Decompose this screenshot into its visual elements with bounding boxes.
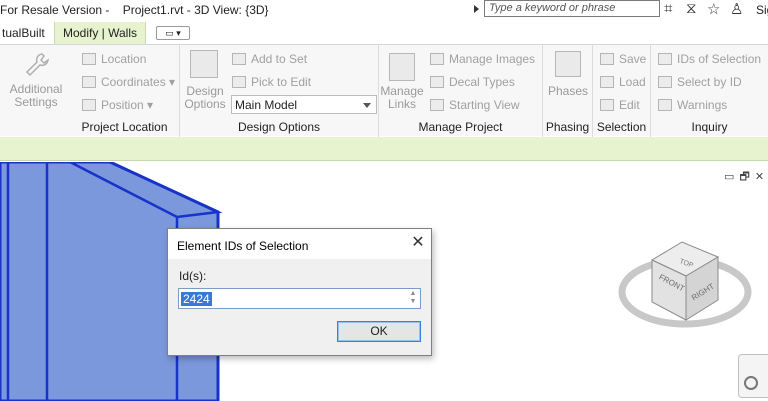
ribbon-display-options-button[interactable]: ▭ ▾ xyxy=(156,26,190,40)
location-label: Location xyxy=(101,52,147,66)
load-selection-button[interactable]: Load xyxy=(600,75,646,89)
coordinates-button[interactable]: Coordinates ▾ xyxy=(82,75,175,89)
decal-types-button[interactable]: Decal Types xyxy=(430,75,515,89)
position-label: Position ▾ xyxy=(101,98,154,112)
view-window-controls[interactable]: ▭ 🗗 ✕ xyxy=(724,168,765,187)
panel-phasing: Phases Phasing xyxy=(543,45,593,137)
ribbon-tabs: tualBuilt Modify | Walls ▭ ▾ xyxy=(0,22,768,44)
viewcube[interactable]: TOP FRONT RIGHT xyxy=(618,241,752,328)
panel-manage-project: Manage Links Manage Images Decal Types S… xyxy=(379,45,543,137)
panel-settings: Additional Settings xyxy=(0,45,70,137)
decal-types-label: Decal Types xyxy=(449,75,515,89)
binoculars-icon[interactable]: ⌗ xyxy=(664,0,672,17)
save-selection-button[interactable]: Save xyxy=(600,52,646,66)
ok-button[interactable]: OK xyxy=(337,321,421,342)
panel-project-location: Location Coordinates ▾ Position ▾ Projec… xyxy=(70,45,180,137)
design-options-button[interactable]: Design Options xyxy=(183,85,227,111)
design-options-icon xyxy=(190,50,218,78)
starting-view-button[interactable]: Starting View xyxy=(430,98,519,112)
scroll-arrows-icon[interactable]: ▲ ▼ xyxy=(407,290,419,307)
design-option-value: Main Model xyxy=(235,98,298,112)
wrench-icon xyxy=(25,53,49,77)
dialog-title: Element IDs of Selection xyxy=(177,239,309,253)
phases-button[interactable]: Phases xyxy=(543,85,593,98)
coordinates-icon xyxy=(82,76,96,88)
load-selection-label: Load xyxy=(619,75,646,89)
manage-links-icon xyxy=(389,53,415,81)
close-icon[interactable]: ✕ xyxy=(408,233,428,253)
additional-settings-button[interactable]: Additional Settings xyxy=(4,83,68,109)
search-expand-icon[interactable] xyxy=(474,5,479,13)
position-button[interactable]: Position ▾ xyxy=(82,98,153,112)
dialog-body: Id(s): 2424 ▲ ▼ OK xyxy=(168,259,431,355)
panel-label-phasing: Phasing xyxy=(545,120,590,134)
save-selection-icon xyxy=(600,53,614,65)
options-bar xyxy=(0,137,768,161)
location-button[interactable]: Location xyxy=(82,52,146,66)
search-input[interactable]: Type a keyword or phrase xyxy=(484,0,660,17)
add-to-set-label: Add to Set xyxy=(251,52,308,66)
tab-virtualbuilt[interactable]: tualBuilt xyxy=(0,22,53,44)
manage-links-button[interactable]: Manage Links xyxy=(379,85,425,111)
add-to-set-icon xyxy=(232,53,246,65)
panel-label-inquiry: Inquiry xyxy=(691,120,728,134)
ids-of-selection-label: IDs of Selection xyxy=(677,52,762,66)
user-icon[interactable]: ♙ xyxy=(730,0,743,18)
add-to-set-button[interactable]: Add to Set xyxy=(232,52,307,66)
phases-icon xyxy=(555,51,581,77)
select-by-id-icon xyxy=(658,76,672,88)
tab-modify-walls[interactable]: Modify | Walls xyxy=(54,22,146,44)
globe-icon xyxy=(82,53,96,65)
decal-icon xyxy=(430,76,444,88)
warning-icon xyxy=(658,99,672,111)
warnings-button[interactable]: Warnings xyxy=(658,98,727,112)
pick-to-edit-icon xyxy=(232,76,246,88)
edit-selection-label: Edit xyxy=(619,98,640,112)
edit-selection-icon xyxy=(600,99,614,111)
manage-images-button[interactable]: Manage Images xyxy=(430,52,535,66)
panel-selection: Save Load Edit Selection xyxy=(593,45,651,137)
sign-in-link[interactable]: Sig xyxy=(756,3,768,17)
navigation-bar[interactable] xyxy=(738,354,768,398)
favorites-star-icon[interactable]: ☆ xyxy=(707,0,720,18)
window-title: For Resale Version - Project1.rvt - 3D V… xyxy=(0,3,269,17)
ids-icon xyxy=(658,53,672,65)
warnings-label: Warnings xyxy=(677,98,728,112)
pick-to-edit-label: Pick to Edit xyxy=(251,75,312,89)
panel-inquiry: IDs of Selection Select by ID Warnings I… xyxy=(651,45,768,137)
starting-view-icon xyxy=(430,99,444,111)
chevron-down-icon xyxy=(363,103,371,108)
image-icon xyxy=(430,53,444,65)
coordinates-label: Coordinates ▾ xyxy=(101,75,176,89)
panel-design-options: Design Options Add to Set Pick to Edit D… xyxy=(180,45,379,137)
ids-of-selection-button[interactable]: IDs of Selection xyxy=(658,52,761,66)
ribbon: Additional Settings Location Coordinates… xyxy=(0,44,768,137)
communication-center-icon[interactable]: ⧖ xyxy=(686,0,697,17)
panel-label-project-location: Project Location xyxy=(81,120,168,134)
load-selection-icon xyxy=(600,76,614,88)
select-by-id-label: Select by ID xyxy=(677,75,742,89)
edit-selection-button[interactable]: Edit xyxy=(600,98,640,112)
panel-label-design-options: Design Options xyxy=(237,120,321,134)
manage-images-label: Manage Images xyxy=(449,52,536,66)
design-option-select[interactable]: Main Model xyxy=(231,95,377,114)
panel-label-manage-project: Manage Project xyxy=(418,120,503,134)
steering-wheel-icon[interactable] xyxy=(744,376,758,390)
position-icon xyxy=(82,99,96,111)
ids-label: Id(s): xyxy=(179,269,207,283)
element-ids-dialog: Element IDs of Selection ✕ Id(s): 2424 ▲… xyxy=(167,228,432,356)
ids-selected-value[interactable]: 2424 xyxy=(181,292,212,306)
save-selection-label: Save xyxy=(619,52,647,66)
pick-to-edit-button[interactable]: Pick to Edit xyxy=(232,75,311,89)
title-bar: For Resale Version - Project1.rvt - 3D V… xyxy=(0,0,768,22)
ids-field[interactable]: 2424 ▲ ▼ xyxy=(178,288,421,309)
select-by-id-button[interactable]: Select by ID xyxy=(658,75,742,89)
starting-view-label: Starting View xyxy=(449,98,520,112)
panel-label-selection: Selection xyxy=(596,120,647,134)
